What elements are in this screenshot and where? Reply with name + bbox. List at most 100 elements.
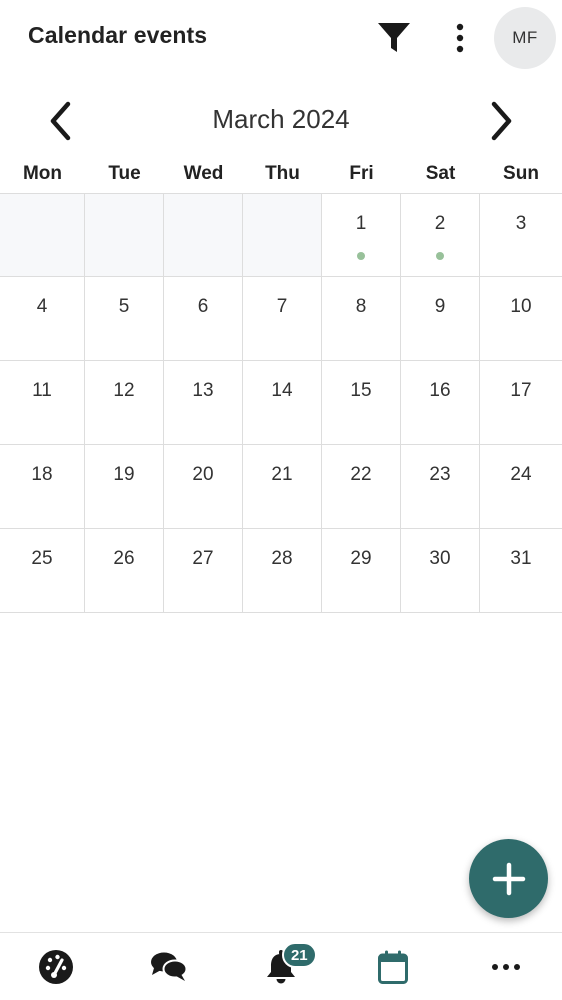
day-number: 20 bbox=[192, 464, 214, 485]
day-cell[interactable]: 28 bbox=[243, 529, 322, 612]
day-number: 21 bbox=[271, 464, 293, 485]
day-cell[interactable]: 15 bbox=[322, 361, 401, 444]
day-number: 17 bbox=[510, 380, 532, 401]
day-number: 31 bbox=[510, 548, 532, 569]
day-cell[interactable]: 10 bbox=[480, 277, 562, 360]
day-cell[interactable]: 9 bbox=[401, 277, 480, 360]
empty-day-cell bbox=[85, 194, 164, 276]
more-options-button[interactable] bbox=[440, 18, 480, 58]
nav-calendar[interactable] bbox=[337, 933, 449, 1000]
day-cell[interactable]: 24 bbox=[480, 445, 562, 528]
day-number: 10 bbox=[510, 296, 532, 317]
day-cell[interactable]: 19 bbox=[85, 445, 164, 528]
user-avatar[interactable]: MF bbox=[494, 7, 556, 69]
day-cell[interactable]: 1 bbox=[322, 194, 401, 276]
day-cell[interactable]: 11 bbox=[0, 361, 85, 444]
weekday-label: Fri bbox=[349, 163, 374, 184]
app-header: Calendar events MF bbox=[0, 0, 562, 76]
day-cell[interactable]: 5 bbox=[85, 277, 164, 360]
weekday-label: Mon bbox=[22, 163, 63, 184]
nav-dashboard[interactable] bbox=[0, 933, 112, 1000]
day-cell[interactable]: 26 bbox=[85, 529, 164, 612]
day-cell[interactable]: 3 bbox=[480, 194, 562, 276]
day-cell[interactable]: 7 bbox=[243, 277, 322, 360]
day-number: 1 bbox=[355, 213, 367, 234]
day-number: 25 bbox=[31, 548, 53, 569]
weekday-label: Thu bbox=[265, 163, 300, 184]
filter-button[interactable] bbox=[372, 18, 416, 58]
day-number: 12 bbox=[113, 380, 135, 401]
day-cell[interactable]: 8 bbox=[322, 277, 401, 360]
calendar-icon bbox=[378, 950, 409, 984]
week-row: 25 26 27 28 29 30 31 bbox=[0, 529, 562, 613]
notification-count-badge: 21 bbox=[281, 942, 317, 968]
day-cell[interactable]: 31 bbox=[480, 529, 562, 612]
calendar-grid: 1 2 3 4 5 6 7 8 9 10 11 12 13 14 15 16 17 18 19 20 21 22 23 24 2… bbox=[0, 193, 562, 613]
empty-day-cell bbox=[0, 194, 85, 276]
weekday-label: Tue bbox=[108, 163, 141, 184]
day-cell[interactable]: 16 bbox=[401, 361, 480, 444]
day-number: 11 bbox=[32, 380, 52, 401]
day-cell[interactable]: 23 bbox=[401, 445, 480, 528]
week-row: 4 5 6 7 8 9 10 bbox=[0, 277, 562, 361]
nav-notifications[interactable]: 21 bbox=[225, 933, 337, 1000]
add-event-button[interactable] bbox=[469, 839, 548, 918]
dashboard-gauge-icon bbox=[39, 949, 74, 984]
day-cell[interactable]: 12 bbox=[85, 361, 164, 444]
chevron-right-icon bbox=[491, 101, 512, 141]
day-number: 26 bbox=[113, 548, 135, 569]
day-cell[interactable]: 18 bbox=[0, 445, 85, 528]
day-number: 6 bbox=[197, 296, 209, 317]
more-horizontal-icon bbox=[491, 963, 520, 970]
day-number: 27 bbox=[192, 548, 214, 569]
plus-icon bbox=[492, 862, 525, 895]
day-cell[interactable]: 17 bbox=[480, 361, 562, 444]
next-month-button[interactable] bbox=[482, 98, 522, 144]
day-number: 16 bbox=[429, 380, 451, 401]
day-number: 23 bbox=[429, 464, 451, 485]
day-cell[interactable]: 22 bbox=[322, 445, 401, 528]
day-cell[interactable]: 14 bbox=[243, 361, 322, 444]
day-number: 9 bbox=[434, 296, 446, 317]
chat-bubbles-icon bbox=[150, 952, 188, 981]
empty-day-cell bbox=[243, 194, 322, 276]
day-cell[interactable]: 27 bbox=[164, 529, 243, 612]
day-cell[interactable]: 6 bbox=[164, 277, 243, 360]
day-number: 14 bbox=[271, 380, 293, 401]
day-cell[interactable]: 21 bbox=[243, 445, 322, 528]
day-number: 4 bbox=[36, 296, 48, 317]
day-cell[interactable]: 13 bbox=[164, 361, 243, 444]
nav-messages[interactable] bbox=[112, 933, 224, 1000]
weekday-header: Mon Tue Wed Thu Fri Sat Sun bbox=[0, 160, 562, 192]
weekday-label: Wed bbox=[183, 163, 224, 184]
bottom-navigation: 21 bbox=[0, 932, 562, 1000]
month-title: March 2024 bbox=[212, 104, 350, 134]
week-row: 1 2 3 bbox=[0, 193, 562, 277]
day-number: 8 bbox=[355, 296, 367, 317]
day-number: 19 bbox=[113, 464, 135, 485]
weekday-label: Sun bbox=[503, 163, 539, 184]
day-number: 29 bbox=[350, 548, 372, 569]
day-cell[interactable]: 4 bbox=[0, 277, 85, 360]
day-number: 28 bbox=[271, 548, 293, 569]
week-row: 18 19 20 21 22 23 24 bbox=[0, 445, 562, 529]
day-number: 30 bbox=[429, 548, 451, 569]
event-indicator-dot bbox=[436, 252, 444, 260]
day-number: 24 bbox=[510, 464, 532, 485]
day-cell[interactable]: 29 bbox=[322, 529, 401, 612]
weekday-label: Sat bbox=[425, 163, 456, 184]
day-cell[interactable]: 25 bbox=[0, 529, 85, 612]
day-cell[interactable]: 2 bbox=[401, 194, 480, 276]
day-number: 2 bbox=[434, 213, 446, 234]
more-vertical-icon bbox=[456, 23, 464, 53]
day-number: 15 bbox=[350, 380, 372, 401]
filter-icon bbox=[378, 23, 410, 52]
event-indicator-dot bbox=[357, 252, 365, 260]
empty-day-cell bbox=[164, 194, 243, 276]
day-number: 18 bbox=[31, 464, 53, 485]
day-number: 5 bbox=[118, 296, 130, 317]
day-cell[interactable]: 20 bbox=[164, 445, 243, 528]
day-number: 3 bbox=[515, 213, 527, 234]
day-cell[interactable]: 30 bbox=[401, 529, 480, 612]
nav-more[interactable] bbox=[450, 933, 562, 1000]
